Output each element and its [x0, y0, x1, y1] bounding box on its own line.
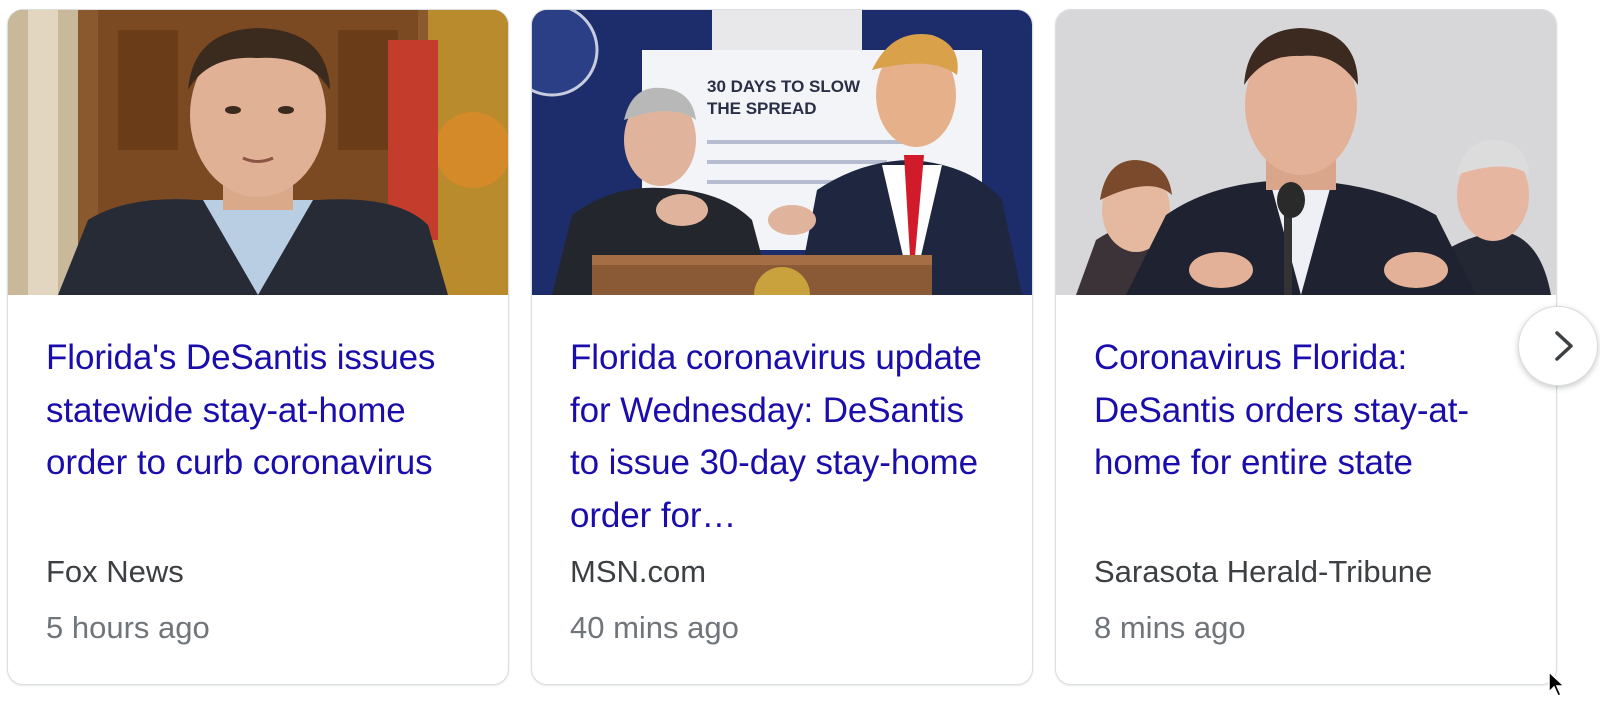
news-source: MSN.com: [570, 554, 707, 589]
news-thumbnail-image: [1056, 10, 1556, 295]
news-thumbnail[interactable]: [1056, 10, 1556, 295]
news-card[interactable]: Florida's DeSantis issues statewide stay…: [7, 9, 509, 685]
news-thumbnail[interactable]: 30 DAYS TO SLOW THE SPREAD: [532, 10, 1032, 295]
news-headline[interactable]: Florida's DeSantis issues statewide stay…: [46, 332, 478, 490]
slide-sign-text: 30 DAYS TO SLOW: [707, 77, 861, 96]
news-source: Sarasota Herald-Tribune: [1094, 554, 1433, 589]
news-thumbnail-image: 30 DAYS TO SLOW THE SPREAD: [532, 10, 1032, 295]
slide-sign-text: THE SPREAD: [707, 99, 817, 118]
news-card[interactable]: Coronavirus Florida: DeSantis orders sta…: [1055, 9, 1557, 685]
news-card[interactable]: 30 DAYS TO SLOW THE SPREAD Florida coron…: [531, 9, 1033, 685]
news-timestamp: 8 mins ago: [1094, 610, 1246, 645]
news-headline[interactable]: Florida coronavirus update for Wednesday…: [570, 332, 1002, 542]
mouse-cursor-icon: [1548, 671, 1566, 697]
news-thumbnail-image: [8, 10, 508, 295]
news-source: Fox News: [46, 554, 184, 589]
news-timestamp: 5 hours ago: [46, 610, 210, 645]
news-timestamp: 40 mins ago: [570, 610, 739, 645]
news-thumbnail[interactable]: [8, 10, 508, 295]
chevron-right-icon: [1555, 331, 1573, 361]
carousel-next-button[interactable]: [1518, 306, 1598, 386]
news-carousel: Florida's DeSantis issues statewide stay…: [0, 0, 1600, 705]
news-headline[interactable]: Coronavirus Florida: DeSantis orders sta…: [1094, 332, 1526, 490]
